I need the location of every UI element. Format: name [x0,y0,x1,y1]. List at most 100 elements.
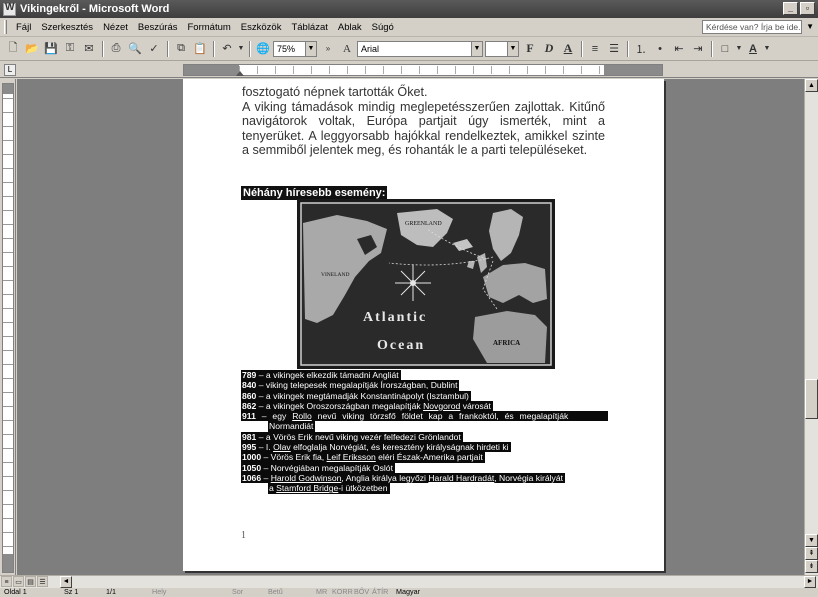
help-dropdown-icon[interactable]: ▼ [806,22,814,31]
event-item[interactable]: 860 – a vikingek megtámadják Konstantiná… [241,390,611,401]
scroll-up-icon[interactable]: ▲ [805,79,818,92]
font-size-dropdown-icon[interactable]: ▼ [507,41,518,56]
normal-view-icon[interactable]: ≡ [1,576,12,587]
print-layout-view-icon[interactable]: ▤ [25,576,36,587]
vertical-scrollbar[interactable]: ▲ ▼ ⇞ ⇟ [804,79,818,575]
web-layout-view-icon[interactable]: ▭ [13,576,24,587]
event-item[interactable]: 1066 – Harold Godwinson, Anglia királya … [241,472,611,484]
undo-dropdown-icon[interactable]: ▼ [237,40,245,58]
event-link[interactable]: Leif Eriksson [327,452,376,462]
scroll-down-icon[interactable]: ▼ [805,534,818,547]
vertical-ruler-track[interactable] [2,83,14,573]
status-extend[interactable]: BŐV [354,587,369,596]
event-text: eléri Észak-Amerika partjait [375,452,483,463]
body-paragraph[interactable]: fosztogató népnek tartották Őket. A viki… [242,85,605,158]
font-size-select[interactable]: ▼ [485,40,519,57]
event-item[interactable]: 1000 – Vörös Erik fia, Leif Eriksson elé… [241,452,611,463]
event-item-continuation[interactable]: Normandiát [241,421,611,432]
ruler-track[interactable] [183,64,663,76]
font-color-icon[interactable]: A [744,40,762,58]
scroll-thumb[interactable] [805,379,818,419]
help-search-input[interactable]: Kérdése van? Írja be ide. [702,20,802,34]
menu-edit[interactable]: Szerkesztés [36,22,98,33]
scroll-right-icon[interactable]: ► [804,576,816,588]
word-app-icon[interactable] [3,2,16,16]
justify-icon[interactable]: ☰ [605,40,623,58]
event-link[interactable]: Stamford Bridge [276,483,338,493]
font-name-select[interactable]: Arial ▼ [357,40,483,57]
event-year: 1000 [242,452,262,463]
font-color-dropdown-icon[interactable]: ▼ [763,40,771,58]
restore-button[interactable]: ▫ [800,2,815,15]
undo-icon[interactable]: ↶ [218,40,236,58]
bold-button[interactable]: F [521,40,539,58]
paragraph-line[interactable]: fosztogató népnek tartották Őket. [242,85,605,100]
viking-map-image[interactable]: GREENLAND VINELAND Atlantic Ocean AFRICA [297,199,555,369]
save-icon[interactable]: 💾 [42,40,60,58]
menu-format[interactable]: Formátum [183,22,236,33]
border-icon[interactable]: □ [716,40,734,58]
toolbar-options-icon[interactable]: » [319,40,337,58]
insert-hyperlink-icon[interactable]: 🌐 [254,40,272,58]
align-center-icon[interactable]: ≡ [586,40,604,58]
status-record-macro[interactable]: MR [316,587,327,596]
menu-insert[interactable]: Beszúrás [133,22,183,33]
numbering-icon[interactable]: ⒈ [632,40,650,58]
zoom-select[interactable]: 75% ▼ [273,40,317,57]
menu-table[interactable]: Táblázat [286,22,332,33]
print-preview-icon[interactable]: 🔍 [126,40,144,58]
event-link[interactable]: Olav [273,442,291,452]
status-overtype[interactable]: ÁTÍR [372,587,388,596]
previous-page-icon[interactable]: ⇞ [805,547,818,560]
left-indent-marker[interactable] [236,71,244,76]
zoom-dropdown-icon[interactable]: ▼ [305,41,316,56]
bullets-icon[interactable]: • [651,40,669,58]
document-page[interactable]: fosztogató népnek tartották Őket. A viki… [183,79,664,571]
event-link[interactable]: Harold Godwinson [271,473,342,483]
open-folder-icon[interactable]: 📂 [23,40,41,58]
permission-icon[interactable]: ⚿ [61,40,79,58]
menu-help[interactable]: Súgó [367,22,399,33]
font-name-dropdown-icon[interactable]: ▼ [471,41,482,56]
status-track-changes[interactable]: KORR [332,587,353,596]
tab-selector-icon[interactable]: L [4,64,16,76]
menu-window[interactable]: Ablak [333,22,367,33]
status-line: Sor [232,587,244,596]
event-item[interactable]: 911 – egy Rollo nevű viking törzsfő föld… [241,411,611,422]
spelling-icon[interactable]: ✓ [145,40,163,58]
event-item[interactable]: 840 – viking telepesek megalapítják Íror… [241,380,611,391]
email-icon[interactable]: ✉ [80,40,98,58]
copy-icon[interactable]: ⧉ [172,40,190,58]
toolbar-separator [167,40,169,57]
increase-indent-icon[interactable]: ⇥ [689,40,707,58]
event-item[interactable]: 995 – I. Olav elfoglalja Norvégiát, és k… [241,442,611,453]
print-icon[interactable]: ⎙ [107,40,125,58]
menubar-grip[interactable] [4,20,7,34]
paragraph-text[interactable]: A viking támadások mindig meglepetésszer… [242,100,605,158]
menu-view[interactable]: Nézet [98,22,133,33]
event-item[interactable]: 862 – a vikingek Oroszországban megalapí… [241,400,611,412]
next-page-icon[interactable]: ⇟ [805,560,818,573]
events-list[interactable]: 789 – a vikingek elkezdik támadni Angliá… [241,370,611,494]
event-item-continuation[interactable]: a Stamford Bridge-i ütközetben [241,483,611,494]
status-language[interactable]: Magyar [396,587,420,596]
event-item[interactable]: 1050 – Norvégiában megalapítják Oslót [241,462,611,473]
minimize-button[interactable]: _ [783,2,798,15]
italic-button[interactable]: D [540,40,558,58]
event-link[interactable]: Rollo [292,411,312,421]
menu-file[interactable]: Fájl [11,22,36,33]
outline-view-icon[interactable]: ☰ [37,576,48,587]
decrease-indent-icon[interactable]: ⇤ [670,40,688,58]
event-link[interactable]: Novgorod [423,401,460,411]
event-link[interactable]: Harald Hardradát [428,473,494,483]
new-document-icon[interactable]: 🗋 [4,40,22,58]
border-dropdown-icon[interactable]: ▼ [735,40,743,58]
styles-icon[interactable]: A [338,40,356,58]
underline-button[interactable]: A [559,40,577,58]
menu-tools[interactable]: Eszközök [236,22,287,33]
event-item[interactable]: 789 – a vikingek elkezdik támadni Angliá… [241,370,611,381]
event-item[interactable]: 981 – a Vörös Erik nevű viking vezér fel… [241,431,611,443]
events-heading[interactable]: Néhány híresebb esemény: [241,186,388,200]
toolbar-separator [213,40,215,57]
paste-icon[interactable]: 📋 [191,40,209,58]
